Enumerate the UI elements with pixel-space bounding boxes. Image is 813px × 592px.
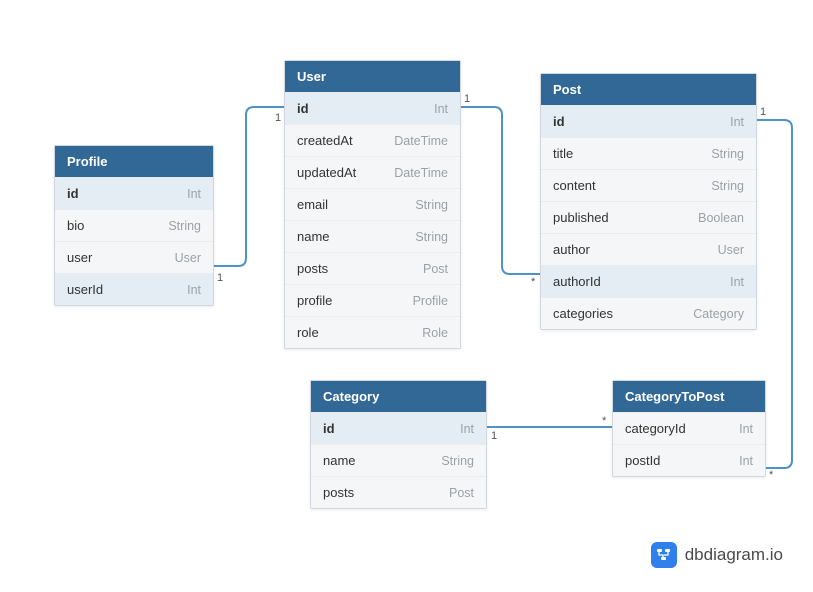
field-type: String xyxy=(168,219,201,233)
table-row[interactable]: categoryId Int xyxy=(613,412,765,444)
field-name: categories xyxy=(553,306,613,321)
entity-post[interactable]: Post id Int title String content String … xyxy=(540,73,757,330)
field-name: categoryId xyxy=(625,421,686,436)
table-row[interactable]: categories Category xyxy=(541,297,756,329)
field-type: Post xyxy=(449,486,474,500)
field-type: DateTime xyxy=(394,166,448,180)
field-name: createdAt xyxy=(297,133,353,148)
field-name: role xyxy=(297,325,319,340)
entity-categorytopost[interactable]: CategoryToPost categoryId Int postId Int xyxy=(612,380,766,477)
logo-icon xyxy=(651,542,677,568)
table-row[interactable]: name String xyxy=(285,220,460,252)
field-name: author xyxy=(553,242,590,257)
cardinality-label: 1 xyxy=(275,112,281,124)
field-name: name xyxy=(297,229,330,244)
table-row[interactable]: userId Int xyxy=(55,273,213,305)
field-name: authorId xyxy=(553,274,601,289)
field-type: Int xyxy=(187,283,201,297)
branding-text: dbdiagram.io xyxy=(685,545,783,565)
field-type: String xyxy=(441,454,474,468)
table-row[interactable]: author User xyxy=(541,233,756,265)
table-row[interactable]: name String xyxy=(311,444,486,476)
entity-category[interactable]: Category id Int name String posts Post xyxy=(310,380,487,509)
field-type: User xyxy=(175,251,201,265)
branding[interactable]: dbdiagram.io xyxy=(651,542,783,568)
field-name: postId xyxy=(625,453,660,468)
cardinality-label: * xyxy=(602,415,606,427)
field-type: Int xyxy=(460,422,474,436)
field-name: id xyxy=(297,101,309,116)
field-type: String xyxy=(711,179,744,193)
diagram-canvas[interactable]: Profile id Int bio String user User user… xyxy=(0,0,813,592)
cardinality-label: * xyxy=(769,469,773,481)
table-row[interactable]: updatedAt DateTime xyxy=(285,156,460,188)
field-type: String xyxy=(415,230,448,244)
table-row[interactable]: authorId Int xyxy=(541,265,756,297)
table-row[interactable]: posts Post xyxy=(285,252,460,284)
field-name: id xyxy=(553,114,565,129)
field-name: published xyxy=(553,210,609,225)
cardinality-label: 1 xyxy=(491,430,497,442)
cardinality-label: 1 xyxy=(217,272,223,284)
field-type: String xyxy=(711,147,744,161)
entity-header: User xyxy=(285,61,460,92)
entity-header: Post xyxy=(541,74,756,105)
cardinality-label: 1 xyxy=(760,106,766,118)
table-row[interactable]: content String xyxy=(541,169,756,201)
field-type: DateTime xyxy=(394,134,448,148)
field-type: Int xyxy=(730,275,744,289)
table-row[interactable]: title String xyxy=(541,137,756,169)
field-name: posts xyxy=(323,485,354,500)
table-row[interactable]: user User xyxy=(55,241,213,273)
field-name: email xyxy=(297,197,328,212)
field-type: String xyxy=(415,198,448,212)
entity-header: CategoryToPost xyxy=(613,381,765,412)
table-row[interactable]: posts Post xyxy=(311,476,486,508)
field-type: Int xyxy=(739,422,753,436)
field-name: profile xyxy=(297,293,332,308)
field-name: updatedAt xyxy=(297,165,356,180)
table-row[interactable]: id Int xyxy=(55,177,213,209)
cardinality-label: 1 xyxy=(464,93,470,105)
field-name: userId xyxy=(67,282,103,297)
table-row[interactable]: profile Profile xyxy=(285,284,460,316)
table-row[interactable]: bio String xyxy=(55,209,213,241)
field-type: Int xyxy=(730,115,744,129)
field-name: title xyxy=(553,146,573,161)
field-name: posts xyxy=(297,261,328,276)
field-name: bio xyxy=(67,218,84,233)
cardinality-label: * xyxy=(531,276,535,288)
field-type: Category xyxy=(693,307,744,321)
field-name: id xyxy=(323,421,335,436)
field-name: content xyxy=(553,178,596,193)
entity-profile[interactable]: Profile id Int bio String user User user… xyxy=(54,145,214,306)
table-row[interactable]: role Role xyxy=(285,316,460,348)
field-name: id xyxy=(67,186,79,201)
field-type: Boolean xyxy=(698,211,744,225)
entity-user[interactable]: User id Int createdAt DateTime updatedAt… xyxy=(284,60,461,349)
table-row[interactable]: createdAt DateTime xyxy=(285,124,460,156)
field-type: Profile xyxy=(413,294,448,308)
table-row[interactable]: published Boolean xyxy=(541,201,756,233)
table-row[interactable]: id Int xyxy=(541,105,756,137)
entity-header: Profile xyxy=(55,146,213,177)
field-type: Int xyxy=(739,454,753,468)
field-type: Post xyxy=(423,262,448,276)
entity-header: Category xyxy=(311,381,486,412)
field-name: user xyxy=(67,250,92,265)
field-type: Role xyxy=(422,326,448,340)
table-row[interactable]: email String xyxy=(285,188,460,220)
table-row[interactable]: postId Int xyxy=(613,444,765,476)
table-row[interactable]: id Int xyxy=(311,412,486,444)
field-type: Int xyxy=(434,102,448,116)
table-row[interactable]: id Int xyxy=(285,92,460,124)
field-type: User xyxy=(718,243,744,257)
field-name: name xyxy=(323,453,356,468)
field-type: Int xyxy=(187,187,201,201)
